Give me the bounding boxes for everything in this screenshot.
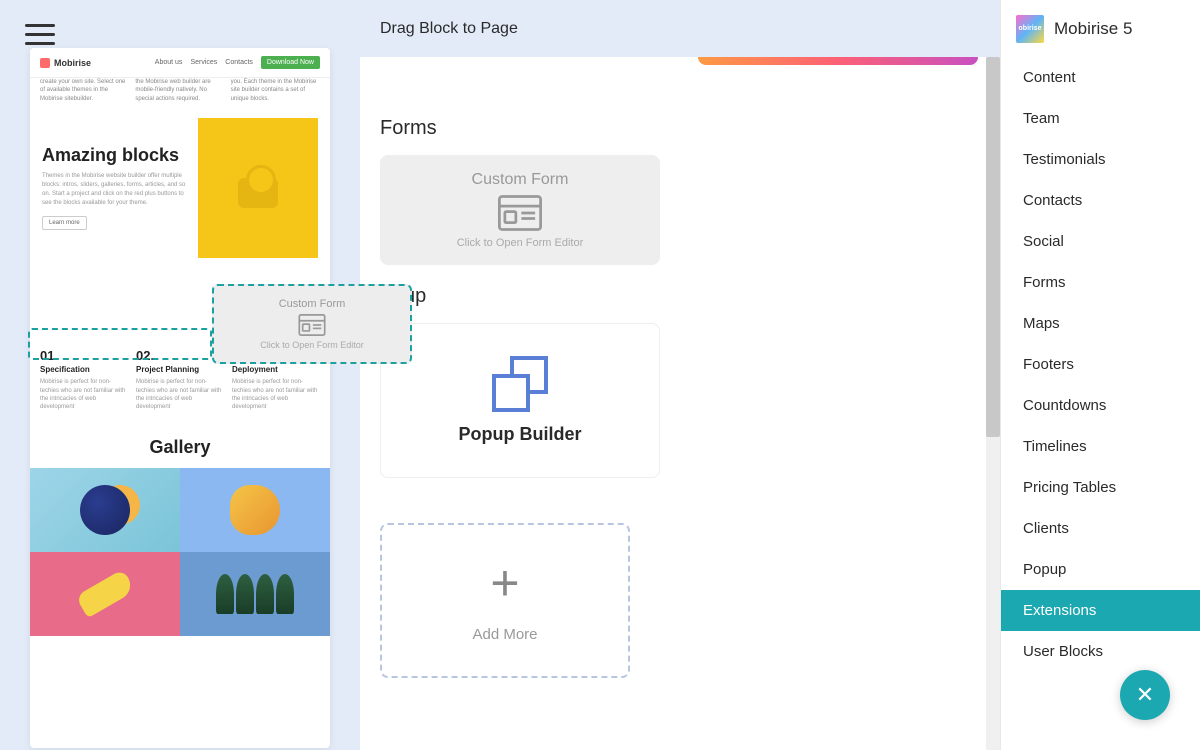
category-user-blocks[interactable]: User Blocks <box>1001 631 1200 672</box>
preview-logo: Mobirise <box>40 58 91 68</box>
close-panel-button[interactable]: ✕ <box>1120 670 1170 720</box>
blocks-panel: Drag Block to Page Forms Custom Form Cli… <box>360 0 1000 750</box>
forms-section-title: Forms <box>380 117 980 140</box>
category-extensions[interactable]: Extensions <box>1001 590 1200 631</box>
custom-form-block[interactable]: Custom Form Click to Open Form Editor <box>380 155 660 265</box>
popup-section-title: up <box>404 285 980 308</box>
page-preview[interactable]: Mobirise About usServicesContacts Downlo… <box>30 48 330 748</box>
block-hint: Click to Open Form Editor <box>457 237 584 249</box>
preview-gallery: Gallery <box>30 427 330 636</box>
block-title: Custom Form <box>472 171 569 189</box>
preview-header: Mobirise About usServicesContacts Downlo… <box>30 48 330 78</box>
panel-title: Drag Block to Page <box>360 0 1000 57</box>
category-list: ContentTeamTestimonialsContactsSocialFor… <box>1001 57 1200 750</box>
category-testimonials[interactable]: Testimonials <box>1001 139 1200 180</box>
category-social[interactable]: Social <box>1001 221 1200 262</box>
categories-sidebar: obirise Mobirise 5 ContentTeamTestimonia… <box>1000 0 1200 750</box>
category-popup[interactable]: Popup <box>1001 549 1200 590</box>
category-maps[interactable]: Maps <box>1001 303 1200 344</box>
preview-feature-block: Amazing blocks Themes in the Mobirise we… <box>30 103 330 273</box>
preview-hero-columns: create your own site. Select one of avai… <box>30 78 330 103</box>
scrollbar[interactable] <box>986 57 1000 750</box>
gradient-decoration <box>698 57 978 65</box>
form-icon <box>298 314 326 336</box>
preview-feature-title: Amazing blocks <box>42 146 188 166</box>
category-forms[interactable]: Forms <box>1001 262 1200 303</box>
category-contacts[interactable]: Contacts <box>1001 180 1200 221</box>
brand-logo: obirise <box>1016 15 1044 43</box>
form-icon <box>498 195 542 231</box>
dragging-block-title: Custom Form <box>279 298 346 310</box>
category-timelines[interactable]: Timelines <box>1001 426 1200 467</box>
brand-name: Mobirise 5 <box>1054 19 1132 39</box>
add-more-button[interactable]: + Add More <box>380 523 630 678</box>
category-team[interactable]: Team <box>1001 98 1200 139</box>
drop-target-indicator[interactable] <box>28 328 212 360</box>
add-more-label: Add More <box>472 626 537 643</box>
brand-header: obirise Mobirise 5 <box>1001 0 1200 57</box>
scrollbar-thumb[interactable] <box>986 57 1000 437</box>
page-preview-panel: Mobirise About usServicesContacts Downlo… <box>0 0 360 750</box>
category-content[interactable]: Content <box>1001 57 1200 98</box>
popup-builder-block[interactable]: Popup Builder <box>380 323 660 478</box>
dragging-custom-form-block[interactable]: Custom Form Click to Open Form Editor <box>212 284 412 364</box>
category-countdowns[interactable]: Countdowns <box>1001 385 1200 426</box>
menu-button[interactable] <box>25 18 55 51</box>
category-footers[interactable]: Footers <box>1001 344 1200 385</box>
block-title: Popup Builder <box>459 424 582 445</box>
popup-icon <box>492 356 548 412</box>
preview-phone-image <box>198 118 318 258</box>
preview-learn-more: Learn more <box>42 216 87 230</box>
dragging-block-hint: Click to Open Form Editor <box>260 340 364 350</box>
preview-nav: About usServicesContacts Download Now <box>155 56 320 69</box>
preview-download: Download Now <box>261 56 320 69</box>
category-clients[interactable]: Clients <box>1001 508 1200 549</box>
category-pricing-tables[interactable]: Pricing Tables <box>1001 467 1200 508</box>
close-icon: ✕ <box>1136 682 1154 708</box>
plus-icon: + <box>490 558 519 608</box>
